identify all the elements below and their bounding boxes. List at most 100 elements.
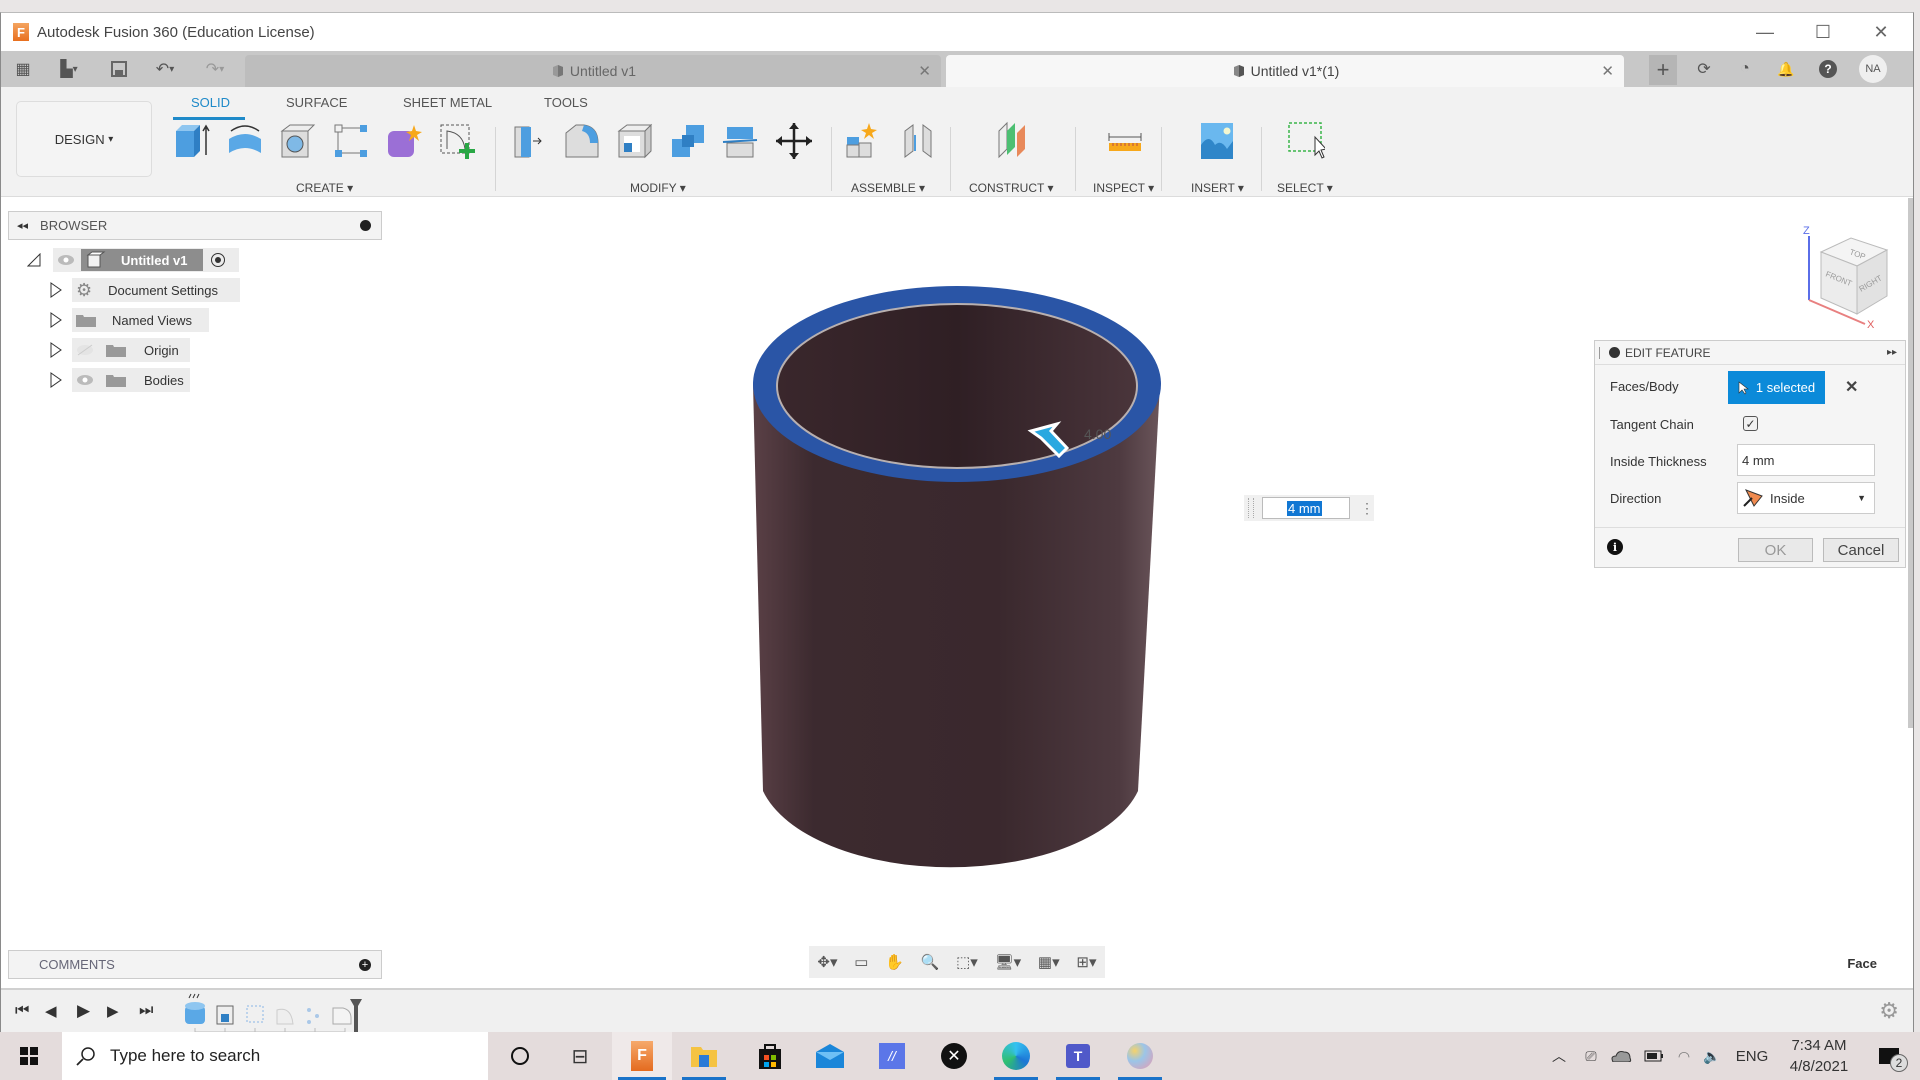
show-hidden-icons-button[interactable]: ︿ [1548, 1032, 1570, 1080]
create-form-icon[interactable] [384, 121, 424, 161]
new-tab-button[interactable]: + [1649, 55, 1677, 85]
volume-icon[interactable]: 🔈 [1700, 1032, 1724, 1080]
visibility-hidden-icon[interactable] [76, 344, 94, 356]
offset-face-icon[interactable] [721, 121, 761, 161]
timeline-marker-handle[interactable] [349, 998, 363, 1034]
expand-triangle-icon[interactable] [50, 282, 62, 298]
construct-group-label[interactable]: CONSTRUCT ▾ [969, 181, 1053, 195]
timeline-first-button[interactable]: ⏮ [15, 1002, 29, 1020]
create-sketch-icon[interactable] [437, 121, 477, 161]
file-menu-button[interactable]: ▙ ▾ [51, 57, 87, 81]
offset-plane-icon[interactable] [993, 121, 1033, 161]
browser-minimize-icon[interactable] [360, 220, 371, 231]
tree-root-untitled-v1[interactable]: Untitled v1 [27, 248, 239, 272]
taskbar-app-paint[interactable] [1112, 1032, 1168, 1080]
create-group-label[interactable]: CREATE ▾ [296, 181, 353, 195]
battery-icon[interactable] [1642, 1032, 1666, 1080]
inside-thickness-input[interactable]: 4 mm [1737, 444, 1875, 476]
input-language-indicator[interactable]: ENG [1732, 1032, 1772, 1080]
add-comment-icon[interactable]: + [359, 958, 371, 971]
move-copy-icon[interactable] [774, 121, 814, 161]
taskbar-clock[interactable]: 7:34 AM 4/8/2021 [1776, 1032, 1862, 1080]
redo-button[interactable]: ↷ ▾ [197, 57, 233, 81]
tangent-chain-checkbox[interactable]: ✓ [1743, 416, 1758, 431]
doc-tab-untitled-v1[interactable]: Untitled v1 ✕ [245, 55, 941, 87]
collapse-browser-icon[interactable]: ◂◂ [17, 219, 28, 232]
visibility-eye-icon[interactable] [76, 374, 94, 386]
tree-item-document-settings[interactable]: ⚙ Document Settings [50, 278, 240, 302]
taskbar-app-whiteboard[interactable]: // [864, 1032, 920, 1080]
save-button[interactable] [107, 57, 131, 81]
hole-icon[interactable] [278, 121, 318, 161]
thickness-inline-input[interactable]: 4 mm [1262, 497, 1350, 519]
close-tab-icon[interactable]: ✕ [1601, 62, 1614, 80]
pan-hand-icon[interactable]: ✋ [885, 953, 904, 971]
inspect-group-label[interactable]: INSPECT ▾ [1093, 181, 1154, 195]
job-status-icon[interactable]: ◔ [1732, 57, 1758, 81]
info-icon[interactable]: i [1607, 539, 1623, 555]
shell-icon[interactable] [615, 121, 655, 161]
timeline-next-button[interactable]: ▶ [107, 1002, 119, 1020]
timeline-feature-sketch[interactable] [246, 1005, 264, 1023]
fillet-icon[interactable] [562, 121, 602, 161]
taskbar-app-edge[interactable] [988, 1032, 1044, 1080]
tree-item-bodies[interactable]: Bodies [50, 368, 190, 392]
revolve-icon[interactable] [225, 121, 265, 161]
undo-button[interactable]: ↶ ▾ [147, 57, 183, 81]
orbit-icon[interactable]: ✥▾ [817, 953, 837, 971]
task-view-button[interactable]: ⊟ [560, 1032, 600, 1080]
insert-image-icon[interactable] [1197, 121, 1237, 161]
drag-handle-icon[interactable] [1599, 346, 1601, 359]
look-at-icon[interactable]: ▭ [854, 953, 868, 971]
tab-tools[interactable]: TOOLS [544, 95, 588, 110]
measure-icon[interactable] [1105, 121, 1145, 161]
taskbar-app-mail[interactable] [802, 1032, 858, 1080]
timeline-feature-fillet[interactable] [276, 1008, 294, 1025]
expand-triangle-icon[interactable] [50, 342, 62, 358]
fit-window-icon[interactable]: ⬚▾ [956, 953, 978, 971]
ok-button[interactable]: OK [1738, 538, 1813, 562]
doc-tab-untitled-v1-1[interactable]: Untitled v1*(1) ✕ [946, 55, 1624, 87]
view-cube[interactable]: TOP FRONT RIGHT Z X [1791, 220, 1901, 330]
collapse-triangle-icon[interactable] [27, 253, 41, 267]
timeline-feature-extrude[interactable] [185, 1002, 205, 1024]
help-button[interactable]: ? [1815, 57, 1841, 81]
new-component-extrude-icon[interactable] [172, 121, 212, 161]
expand-dialog-icon[interactable]: ▸▸ [1887, 347, 1897, 358]
onedrive-icon[interactable] [1608, 1032, 1634, 1080]
viewports-icon[interactable]: ⊞▾ [1076, 953, 1096, 971]
cortana-button[interactable] [500, 1032, 540, 1080]
select-window-icon[interactable] [1285, 121, 1325, 161]
grid-settings-icon[interactable]: ▦▾ [1038, 953, 1060, 971]
timeline-prev-button[interactable]: ◀ [45, 1002, 57, 1020]
more-options-icon[interactable]: ⋮ [1360, 501, 1374, 515]
insert-group-label[interactable]: INSERT ▾ [1191, 181, 1244, 195]
new-component-icon[interactable] [843, 121, 883, 161]
tree-item-origin[interactable]: Origin [50, 338, 190, 362]
edit-feature-header[interactable]: EDIT FEATURE ▸▸ [1595, 341, 1905, 365]
viewport-canvas[interactable]: ◂◂ BROWSER Untitled v1 ⚙ Document Settin… [1, 198, 1913, 988]
press-pull-icon[interactable] [509, 121, 549, 161]
visibility-eye-icon[interactable] [57, 254, 75, 266]
action-center-button[interactable]: 2 [1866, 1032, 1912, 1080]
timeline-feature-pattern[interactable] [307, 1008, 319, 1024]
minimize-button[interactable]: — [1736, 13, 1794, 51]
drag-handle-icon[interactable] [1248, 498, 1254, 518]
browser-panel-header[interactable]: ◂◂ BROWSER [8, 211, 382, 240]
tab-sheet-metal[interactable]: SHEET METAL [403, 95, 492, 110]
timeline-feature-shell[interactable] [216, 1005, 234, 1025]
joint-icon[interactable] [899, 121, 939, 161]
timeline-settings-gear-icon[interactable]: ⚙ [1879, 998, 1899, 1024]
expand-triangle-icon[interactable] [50, 372, 62, 388]
zoom-icon[interactable]: 🔍 [921, 953, 940, 971]
taskbar-app-fusion360[interactable]: F [612, 1032, 672, 1080]
cancel-button[interactable]: Cancel [1823, 538, 1899, 562]
assemble-group-label[interactable]: ASSEMBLE ▾ [851, 181, 925, 195]
cylinder-model[interactable]: 4.00 [741, 286, 1171, 911]
combine-icon[interactable] [668, 121, 708, 161]
modify-group-label[interactable]: MODIFY ▾ [630, 181, 686, 195]
taskbar-app-teams[interactable]: T [1050, 1032, 1106, 1080]
pattern-icon[interactable] [331, 121, 371, 161]
minimize-dialog-icon[interactable] [1609, 347, 1620, 358]
clear-selection-button[interactable]: ✕ [1845, 377, 1858, 397]
